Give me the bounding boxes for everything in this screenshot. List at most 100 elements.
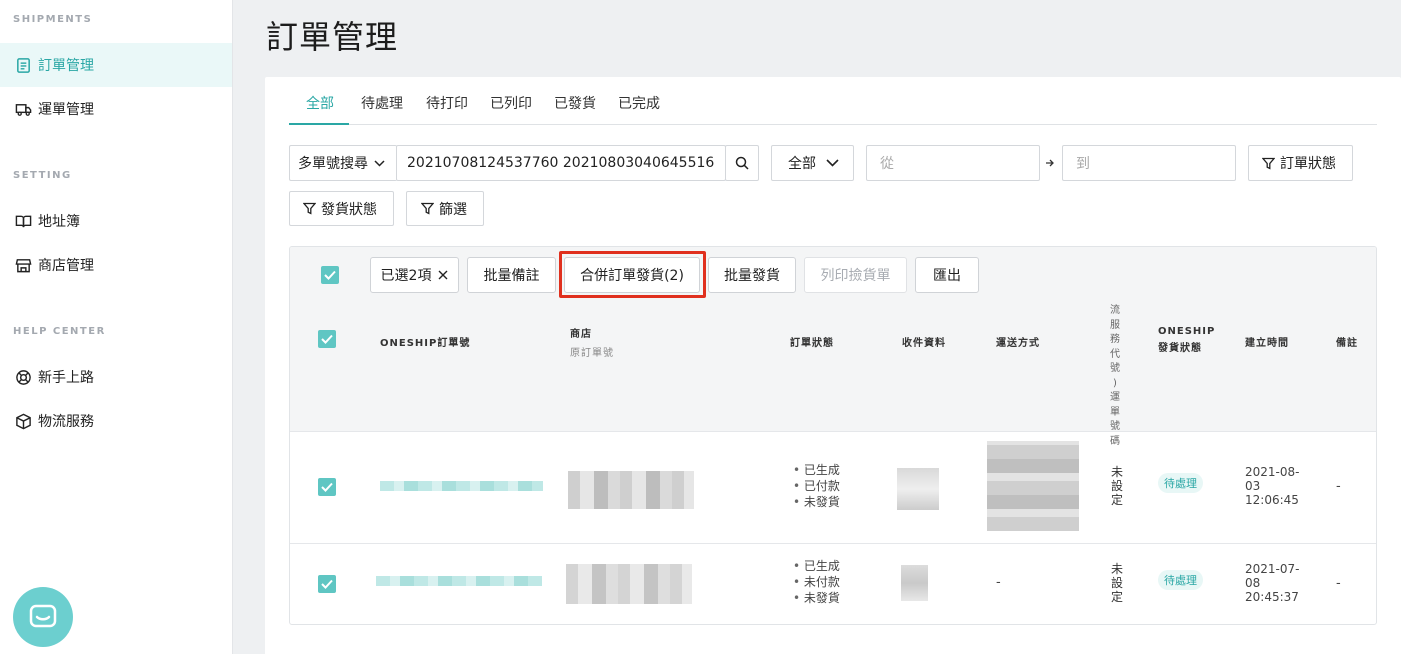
filter-icon (421, 202, 434, 215)
search-button[interactable] (725, 145, 759, 181)
store-icon (14, 256, 32, 274)
highlight-box (559, 251, 706, 298)
orders-table: 已選2項 批量備註 合併訂單發貨(2) 批量發貨 列印撿貨單 匯出 ONESHI… (289, 246, 1377, 625)
truck-icon (14, 100, 32, 118)
search-type-label: 多單號搜尋 (298, 156, 368, 172)
delivery-value: - (996, 575, 1001, 590)
lifebuoy-icon (14, 368, 32, 386)
order-status-list: 已生成 未付款 未發貨 (793, 558, 840, 606)
tracking-not-set: 未設定 (1111, 562, 1124, 604)
tab-all[interactable]: 全部 (306, 93, 334, 113)
created-date-line: 20:45:37 (1245, 590, 1299, 604)
export-button[interactable]: 匯出 (915, 257, 979, 293)
delivery-info-redacted (987, 441, 1079, 531)
tab-printed[interactable]: 已列印 (490, 93, 532, 113)
store-info-redacted (566, 564, 692, 604)
chat-launcher-button[interactable] (13, 587, 73, 647)
sidebar-item-getting-started[interactable]: 新手上路 (0, 355, 232, 399)
select-all-checkbox[interactable] (318, 330, 336, 348)
tab-active-indicator (289, 123, 349, 125)
created-date-line: 08 (1245, 576, 1261, 590)
search-icon (735, 156, 749, 170)
order-list-icon (14, 56, 32, 74)
status-item: 已生成 (793, 558, 840, 574)
search-type-select[interactable]: 多單號搜尋 (289, 145, 397, 181)
row-divider (290, 543, 1376, 544)
selected-count-chip[interactable]: 已選2項 (370, 257, 459, 293)
oneship-order-link-redacted[interactable] (376, 576, 542, 586)
search-input[interactable]: 20210708124537760 20210803040645516 (396, 145, 726, 181)
column-header-store: 商店 原訂單號 (570, 325, 614, 359)
order-status-list: 已生成 已付款 未發貨 (793, 462, 840, 510)
tab-pending[interactable]: 待處理 (361, 93, 403, 113)
date-to-placeholder: 到 (1076, 156, 1090, 172)
date-from-input[interactable]: 從 (866, 145, 1040, 181)
note-value: - (1336, 479, 1341, 494)
oneship-order-link-redacted[interactable] (380, 481, 543, 491)
created-date-line: 2021-08- (1245, 465, 1300, 479)
column-header-recipient: 收件資料 (902, 338, 946, 349)
created-date-line: 2021-07- (1245, 562, 1300, 576)
column-header-store-label: 商店 (570, 329, 592, 340)
scope-select[interactable]: 全部 (771, 145, 854, 181)
filter-label: 篩選 (439, 201, 467, 218)
check-icon (321, 579, 333, 589)
order-status-filter-button[interactable]: 訂單狀態 (1248, 145, 1353, 181)
close-icon[interactable] (438, 270, 448, 280)
status-tabs: 全部 待處理 待打印 已列印 已發貨 已完成 (289, 77, 1377, 125)
column-header-ship-status-sub: 發貨狀態 (1158, 343, 1202, 354)
sidebar-item-label: 地址簿 (38, 214, 80, 230)
sidebar-item-address-book[interactable]: 地址簿 (0, 199, 232, 243)
check-icon (324, 270, 336, 280)
column-header-oneship-no: ONESHIP訂單號 (380, 338, 471, 349)
created-time: 2021-07- 08 20:45:37 (1245, 562, 1299, 604)
column-header-note: 備註 (1336, 338, 1358, 349)
tab-shipped[interactable]: 已發貨 (554, 93, 596, 113)
box-icon (14, 412, 32, 430)
tab-completed[interactable]: 已完成 (618, 93, 660, 113)
status-item: 未發貨 (793, 494, 840, 510)
bulk-ship-button[interactable]: 批量發貨 (708, 257, 796, 293)
sidebar-item-logistics[interactable]: 物流服務 (0, 399, 232, 443)
tab-to-print[interactable]: 待打印 (426, 93, 468, 113)
check-icon (321, 334, 333, 344)
date-to-input[interactable]: 到 (1062, 145, 1236, 181)
sidebar-item-stores[interactable]: 商店管理 (0, 243, 232, 287)
column-header-delivery: 運送方式 (996, 338, 1040, 349)
filter-button[interactable]: 篩選 (406, 191, 484, 226)
section-title-setting: SETTING (13, 170, 72, 181)
order-status-filter-label: 訂單狀態 (1280, 156, 1336, 172)
column-header-ship-status-label: ONESHIP (1158, 326, 1216, 337)
row-checkbox[interactable] (318, 478, 336, 496)
row-divider (290, 431, 1376, 432)
filter-icon (303, 202, 316, 215)
sidebar-item-waybills[interactable]: 運單管理 (0, 87, 232, 131)
scope-label: 全部 (788, 156, 816, 172)
filter-icon (1262, 157, 1275, 170)
bulk-select-checkbox[interactable] (321, 266, 339, 284)
search-input-value: 20210708124537760 20210803040645516 (407, 155, 715, 171)
column-header-ship-status: ONESHIP 發貨狀態 (1158, 326, 1215, 354)
created-time: 2021-08- 03 12:06:45 (1245, 465, 1299, 507)
orders-card: 全部 待處理 待打印 已列印 已發貨 已完成 多單號搜尋 20210708124… (265, 77, 1401, 654)
status-badge: 待處理 (1158, 473, 1203, 493)
sidebar-item-label: 運單管理 (38, 102, 94, 118)
store-info-redacted (568, 471, 694, 509)
sidebar-item-label: 訂單管理 (38, 58, 94, 74)
sidebar-item-label: 新手上路 (38, 370, 94, 386)
bulk-note-button[interactable]: 批量備註 (467, 257, 556, 293)
row-checkbox[interactable] (318, 575, 336, 593)
sidebar-item-label: 物流服務 (38, 414, 94, 430)
shipping-status-filter-button[interactable]: 發貨狀態 (289, 191, 394, 226)
print-picking-list-button[interactable]: 列印撿貨單 (804, 257, 907, 293)
chevron-down-icon (374, 159, 385, 167)
sidebar: SHIPMENTS 訂單管理 運單管理 SETTING 地址簿 商店管理 HEL… (0, 0, 233, 654)
created-date-line: 03 (1245, 479, 1261, 493)
section-title-shipments: SHIPMENTS (13, 14, 93, 25)
column-header-store-sub: 原訂單號 (570, 348, 614, 359)
status-item: 未發貨 (793, 590, 840, 606)
shipping-status-filter-label: 發貨狀態 (321, 201, 377, 218)
chevron-down-icon (826, 159, 839, 167)
tracking-not-set: 未設定 (1111, 465, 1124, 507)
sidebar-item-orders[interactable]: 訂單管理 (0, 43, 232, 87)
